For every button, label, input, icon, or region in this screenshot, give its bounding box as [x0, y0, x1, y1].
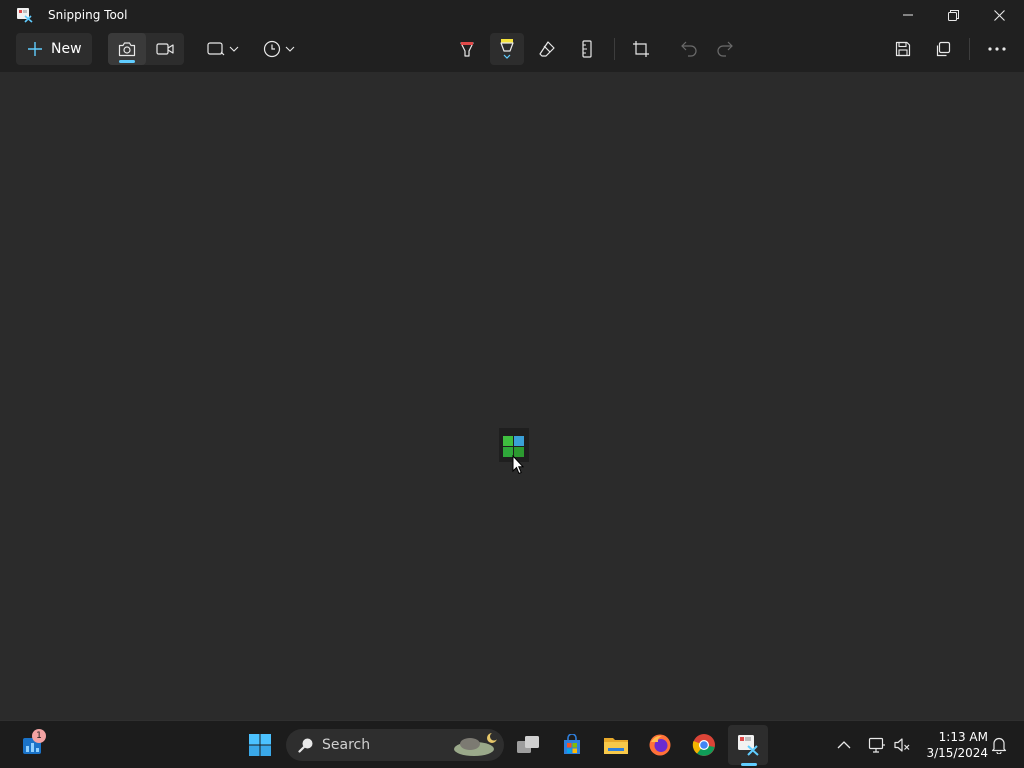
undo-icon: [681, 41, 697, 57]
new-snip-label: New: [51, 41, 82, 57]
chrome-icon: [692, 734, 715, 756]
clock-time: 1:13 AM: [938, 730, 988, 744]
snipping-tool-app-icon: [16, 7, 33, 23]
more-icon: [988, 47, 1006, 51]
plus-icon: [28, 42, 42, 56]
snipping-tool-icon: [738, 735, 759, 756]
search-highlight-icon: [454, 732, 498, 756]
capture-mode-toggle: [108, 33, 184, 65]
search-label: Search: [322, 737, 371, 753]
window-title: Snipping Tool: [48, 8, 128, 22]
chevron-down-icon: [229, 46, 239, 52]
clock-date: 3/15/2024: [926, 746, 988, 760]
close-button[interactable]: [976, 0, 1022, 30]
minimize-icon: [903, 14, 913, 16]
chrome-button[interactable]: [684, 725, 724, 765]
start-icon: [249, 734, 271, 756]
file-explorer-icon: [604, 738, 628, 754]
start-button[interactable]: [240, 725, 280, 765]
search-icon: [298, 738, 313, 753]
highlighter-icon: [500, 39, 514, 59]
redo-button[interactable]: [708, 33, 742, 65]
ruler-button[interactable]: [570, 33, 604, 65]
notifications-button[interactable]: [984, 725, 1014, 765]
snip-canvas-area: [0, 72, 1024, 720]
video-camera-icon: [156, 43, 174, 55]
new-snip-button[interactable]: New: [16, 33, 92, 65]
more-options-button[interactable]: [980, 33, 1014, 65]
snipping-tool-taskbar-button[interactable]: [728, 725, 768, 765]
volume-button[interactable]: [888, 725, 916, 765]
restore-icon: [947, 9, 959, 21]
volume-muted-icon: [894, 738, 910, 752]
redo-icon: [717, 41, 733, 57]
firefox-icon: [649, 734, 671, 756]
delay-dropdown[interactable]: [256, 33, 302, 65]
toolbar-divider: [614, 38, 615, 60]
mouse-cursor-icon: [512, 454, 525, 479]
crop-button[interactable]: [624, 33, 658, 65]
taskbar-search-box[interactable]: Search: [286, 729, 504, 761]
firefox-button[interactable]: [640, 725, 680, 765]
undo-button[interactable]: [672, 33, 706, 65]
minimize-button[interactable]: [885, 0, 931, 30]
camera-icon: [118, 42, 136, 57]
chevron-up-icon: [837, 741, 851, 749]
ballpoint-pen-button[interactable]: [450, 33, 484, 65]
toolbar-divider: [969, 38, 970, 60]
bell-icon: [991, 737, 1007, 754]
microsoft-store-button[interactable]: [552, 725, 592, 765]
chevron-down-icon: [285, 46, 295, 52]
file-explorer-button[interactable]: [596, 725, 636, 765]
record-mode-button[interactable]: [146, 33, 184, 65]
snip-mode-button[interactable]: [108, 33, 146, 65]
widgets-button[interactable]: [12, 725, 52, 765]
network-icon: [868, 737, 885, 753]
ruler-icon: [582, 40, 592, 58]
title-bar: Snipping Tool: [0, 0, 1024, 30]
delay-icon: [263, 40, 281, 58]
active-app-indicator: [741, 763, 757, 766]
microsoft-store-icon: [564, 734, 580, 754]
selected-mode-indicator: [119, 60, 135, 63]
copy-button[interactable]: [926, 33, 960, 65]
eraser-button[interactable]: [530, 33, 564, 65]
toolbar: New: [0, 30, 1024, 72]
widgets-notification-badge: 1: [32, 729, 46, 743]
crop-icon: [633, 41, 649, 57]
close-icon: [993, 9, 1005, 21]
ballpoint-pen-icon: [460, 42, 474, 57]
copy-icon: [936, 41, 951, 57]
restore-button[interactable]: [930, 0, 976, 30]
taskbar: 1 Search 1:13 AM 3/15/2024: [0, 720, 1024, 768]
task-view-icon: [517, 736, 539, 753]
show-hidden-icons-button[interactable]: [826, 725, 862, 765]
eraser-icon: [539, 41, 555, 57]
taskbar-clock[interactable]: 1:13 AM 3/15/2024: [918, 729, 988, 761]
task-view-button[interactable]: [508, 725, 548, 765]
save-button[interactable]: [886, 33, 920, 65]
save-icon: [895, 41, 911, 57]
snip-shape-dropdown[interactable]: [200, 33, 246, 65]
rectangle-mode-icon: [207, 42, 225, 56]
snipping-tool-window: Snipping Tool New: [0, 0, 1024, 720]
highlighter-button[interactable]: [490, 33, 524, 65]
